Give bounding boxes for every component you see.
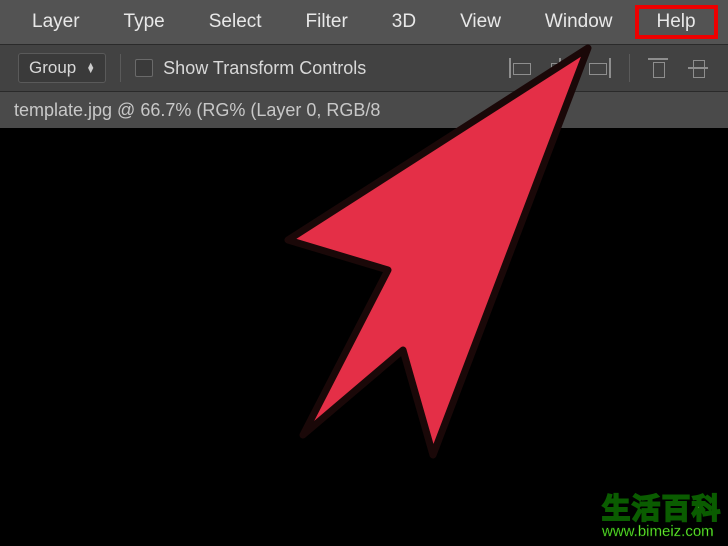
- document-title-end: % (Layer 0, RGB/8: [229, 100, 380, 121]
- align-left-icon[interactable]: [509, 58, 531, 78]
- align-center-horizontal-icon[interactable]: [549, 58, 571, 78]
- menu-3d[interactable]: 3D: [370, 5, 438, 39]
- menu-filter[interactable]: Filter: [284, 5, 370, 39]
- watermark-text: 生活百科: [602, 487, 722, 527]
- checkbox-icon: [135, 59, 153, 77]
- align-center-vertical-icon[interactable]: [688, 58, 710, 78]
- menu-type[interactable]: Type: [102, 5, 187, 39]
- align-top-icon[interactable]: [648, 58, 670, 78]
- align-buttons: [509, 54, 710, 82]
- document-title-start: template.jpg @ 66.7% (RG: [14, 100, 229, 121]
- divider: [120, 54, 121, 82]
- watermark: 生活百科 www.bimeiz.com: [602, 487, 722, 540]
- show-transform-label: Show Transform Controls: [163, 58, 366, 79]
- menu-select[interactable]: Select: [187, 5, 284, 39]
- show-transform-controls[interactable]: Show Transform Controls: [135, 58, 366, 79]
- document-tab-bar: template.jpg @ 66.7% (RG % (Layer 0, RGB…: [0, 92, 728, 128]
- menu-window[interactable]: Window: [523, 5, 635, 39]
- menu-bar: Layer Type Select Filter 3D View Window …: [0, 0, 728, 44]
- canvas-area[interactable]: [0, 128, 728, 546]
- document-tab[interactable]: template.jpg @ 66.7% (RG % (Layer 0, RGB…: [4, 94, 390, 127]
- menu-layer[interactable]: Layer: [10, 5, 102, 39]
- divider: [629, 54, 630, 82]
- options-bar: Group ▲▼ Show Transform Controls: [0, 44, 728, 92]
- group-dropdown[interactable]: Group ▲▼: [18, 53, 106, 83]
- align-right-icon[interactable]: [589, 58, 611, 78]
- menu-help[interactable]: Help: [635, 5, 718, 39]
- updown-icon: ▲▼: [86, 63, 95, 73]
- group-dropdown-label: Group: [29, 58, 76, 78]
- watermark-url: www.bimeiz.com: [602, 523, 722, 540]
- menu-view[interactable]: View: [438, 5, 523, 39]
